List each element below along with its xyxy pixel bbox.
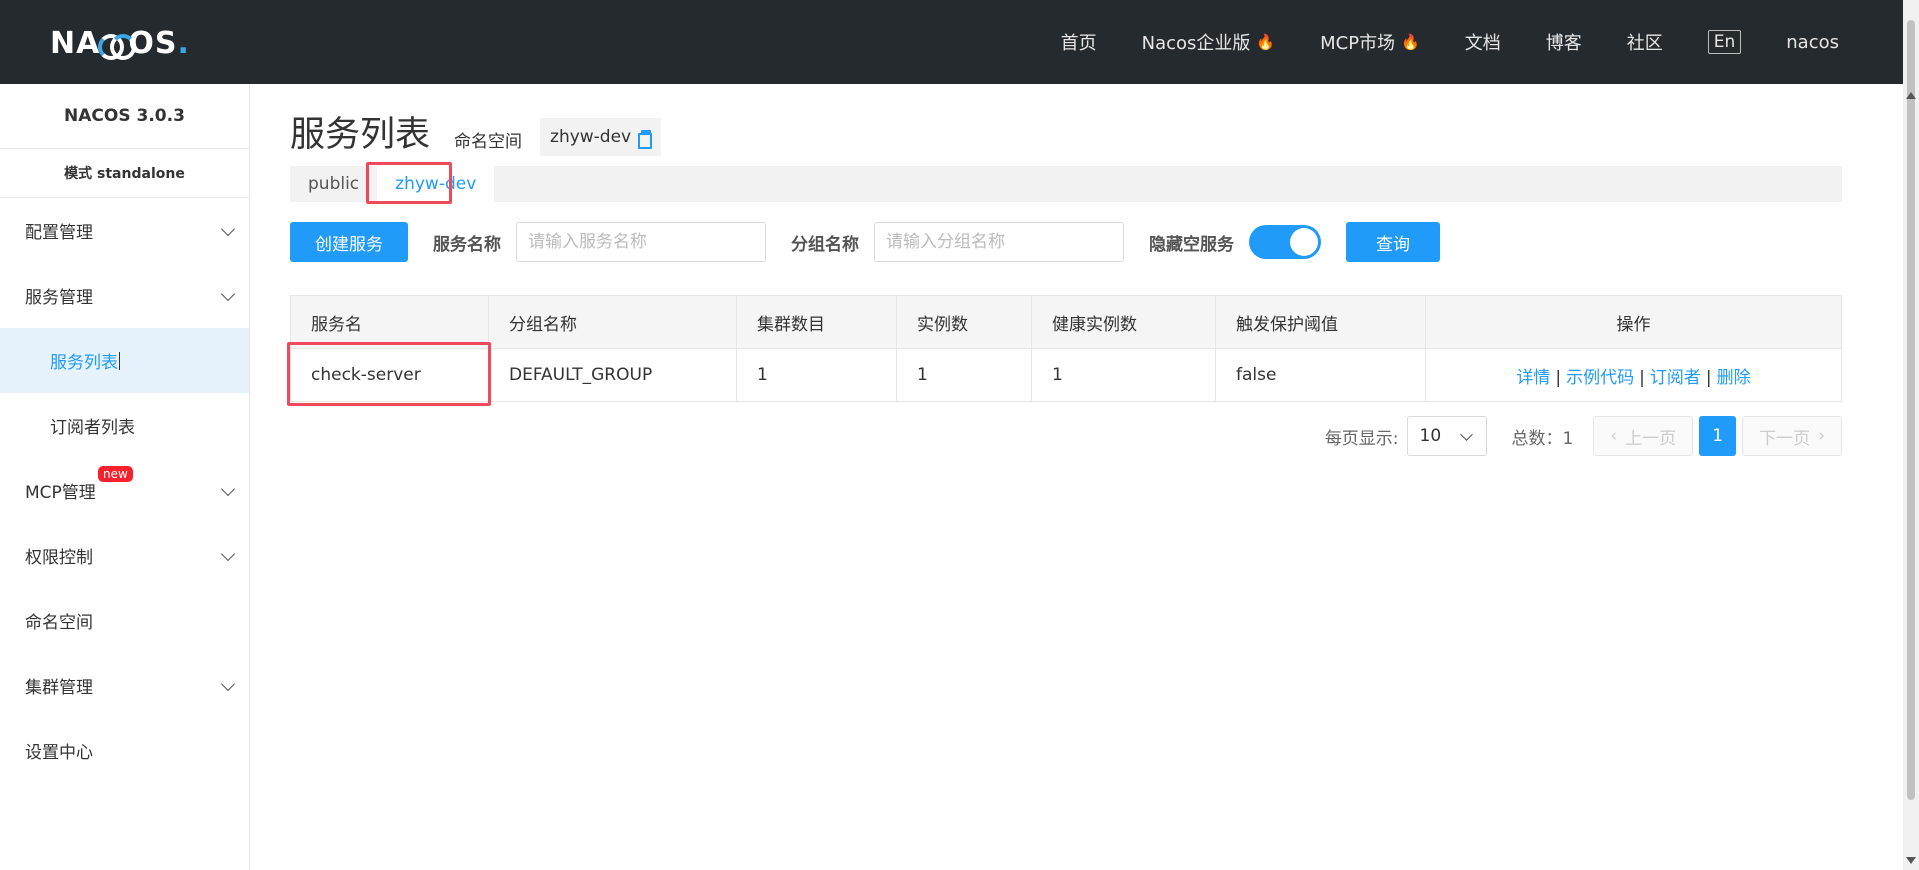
filter-bar: 创建服务 服务名称 分组名称 隐藏空服务 查询: [290, 222, 1440, 262]
namespace-tabs: public zhyw-dev: [290, 166, 1842, 202]
nav-blog[interactable]: 博客: [1546, 29, 1582, 55]
sidebar-item-service-list[interactable]: 服务列表: [0, 328, 249, 393]
top-header: NA OS. 首页 Nacos企业版 🔥 MCP市场 🔥 文档 博客 社区 En na…: [0, 0, 1903, 84]
column-header-threshold: 触发保护阈值: [1215, 295, 1426, 349]
next-page-button[interactable]: 下一页 ›: [1742, 416, 1842, 456]
sidebar-item-service[interactable]: 服务管理: [0, 263, 249, 328]
cell-healthy: 1: [1031, 348, 1216, 402]
column-header-instances: 实例数: [896, 295, 1032, 349]
prev-page-button[interactable]: ‹ 上一页: [1593, 416, 1694, 456]
chevron-down-icon: [220, 221, 236, 237]
column-header-actions: 操作: [1425, 295, 1842, 349]
page-size-select[interactable]: 10: [1406, 416, 1487, 456]
query-button[interactable]: 查询: [1346, 222, 1440, 262]
namespace-chip: zhyw-dev: [540, 118, 662, 156]
namespace-label: 命名空间: [454, 132, 523, 152]
table-header-row: 服务名 分组名称 集群数目 实例数 健康实例数 触发保护阈值 操作: [290, 295, 1842, 349]
total-count: 总数：1: [1511, 428, 1574, 449]
nav-enterprise[interactable]: Nacos企业版 🔥: [1142, 29, 1275, 55]
sample-code-link[interactable]: 示例代码: [1566, 368, 1634, 388]
logo-ring-icon: [98, 33, 137, 60]
group-name-label: 分组名称: [791, 234, 859, 255]
cell-actions: 详情 | 示例代码 | 订阅者 | 删除: [1425, 348, 1842, 402]
hide-empty-toggle[interactable]: [1249, 225, 1321, 259]
cell-clusters: 1: [736, 348, 897, 402]
hide-empty-label: 隐藏空服务: [1149, 234, 1234, 255]
version-label: NACOS 3.0.3: [0, 84, 249, 149]
detail-link[interactable]: 详情: [1516, 368, 1550, 388]
group-name-input[interactable]: [874, 222, 1124, 262]
table-row: check-server DEFAULT_GROUP 1 1 1 false 详…: [290, 348, 1842, 402]
scroll-up-arrow-icon[interactable]: [1906, 92, 1916, 99]
subscribers-link[interactable]: 订阅者: [1650, 368, 1701, 388]
top-nav: 首页 Nacos企业版 🔥 MCP市场 🔥 文档 博客 社区 En nacos: [1016, 0, 1839, 84]
cell-group-name: DEFAULT_GROUP: [488, 348, 737, 402]
user-menu[interactable]: nacos: [1786, 32, 1839, 53]
pagination: 每页显示: 10 总数：1 ‹ 上一页 1 下一页 ›: [1325, 416, 1842, 456]
create-service-button[interactable]: 创建服务: [290, 222, 408, 262]
sidebar-item-cluster[interactable]: 集群管理: [0, 653, 249, 718]
mode-label: 模式 standalone: [0, 149, 249, 198]
scrollbar-thumb[interactable]: [1907, 20, 1915, 800]
text-cursor: [119, 351, 120, 370]
sidebar-item-settings[interactable]: 设置中心: [0, 718, 249, 783]
per-page-label: 每页显示:: [1324, 428, 1399, 449]
service-name-input[interactable]: [516, 222, 766, 262]
chevron-down-icon: [220, 676, 236, 692]
nav-community[interactable]: 社区: [1627, 29, 1663, 55]
sidebar-item-subscribers[interactable]: 订阅者列表: [0, 393, 249, 458]
chevron-right-icon: ›: [1818, 426, 1825, 446]
cell-instances: 1: [896, 348, 1032, 402]
column-header-group: 分组名称: [488, 295, 737, 349]
nav-home[interactable]: 首页: [1061, 29, 1097, 55]
chevron-down-icon: [220, 481, 236, 497]
new-badge: new: [98, 466, 133, 482]
delete-link[interactable]: 删除: [1717, 368, 1751, 388]
service-table: 服务名 分组名称 集群数目 实例数 健康实例数 触发保护阈值 操作 check-…: [290, 295, 1842, 402]
toggle-knob: [1290, 228, 1318, 256]
language-switch[interactable]: En: [1707, 30, 1742, 54]
nav-docs[interactable]: 文档: [1465, 29, 1501, 55]
scroll-down-arrow-icon[interactable]: [1906, 857, 1916, 864]
sidebar-item-permissions[interactable]: 权限控制: [0, 523, 249, 588]
fire-icon: 🔥: [1256, 33, 1276, 51]
column-header-clusters: 集群数目: [736, 295, 897, 349]
cell-service-name: check-server: [290, 348, 489, 402]
service-name-label: 服务名称: [433, 234, 501, 255]
chevron-down-icon: [220, 546, 236, 562]
page-title: 服务列表: [290, 115, 431, 155]
chevron-down-icon: [1459, 428, 1473, 441]
nacos-logo[interactable]: NA OS.: [50, 26, 190, 61]
column-header-service: 服务名: [290, 295, 489, 349]
sidebar-item-namespace[interactable]: 命名空间: [0, 588, 249, 653]
chevron-left-icon: ‹: [1610, 426, 1618, 446]
title-row: 服务列表 命名空间 zhyw-dev: [290, 114, 662, 156]
sidebar: NACOS 3.0.3 模式 standalone 配置管理 服务管理 服务列表…: [0, 84, 250, 870]
chevron-down-icon: [220, 286, 236, 302]
tab-public[interactable]: public: [290, 166, 377, 202]
fire-icon: 🔥: [1401, 33, 1420, 51]
tab-zhyw-dev[interactable]: zhyw-dev: [377, 166, 495, 202]
copy-icon[interactable]: [638, 129, 653, 149]
sidebar-item-mcp[interactable]: MCP管理 new: [0, 458, 249, 523]
cell-threshold: false: [1215, 348, 1426, 402]
page-number-current[interactable]: 1: [1699, 416, 1737, 456]
column-header-healthy: 健康实例数: [1031, 295, 1216, 349]
nav-mcp-market[interactable]: MCP市场 🔥: [1320, 29, 1420, 55]
page-scrollbar[interactable]: [1903, 0, 1919, 870]
sidebar-item-config[interactable]: 配置管理: [0, 198, 249, 263]
